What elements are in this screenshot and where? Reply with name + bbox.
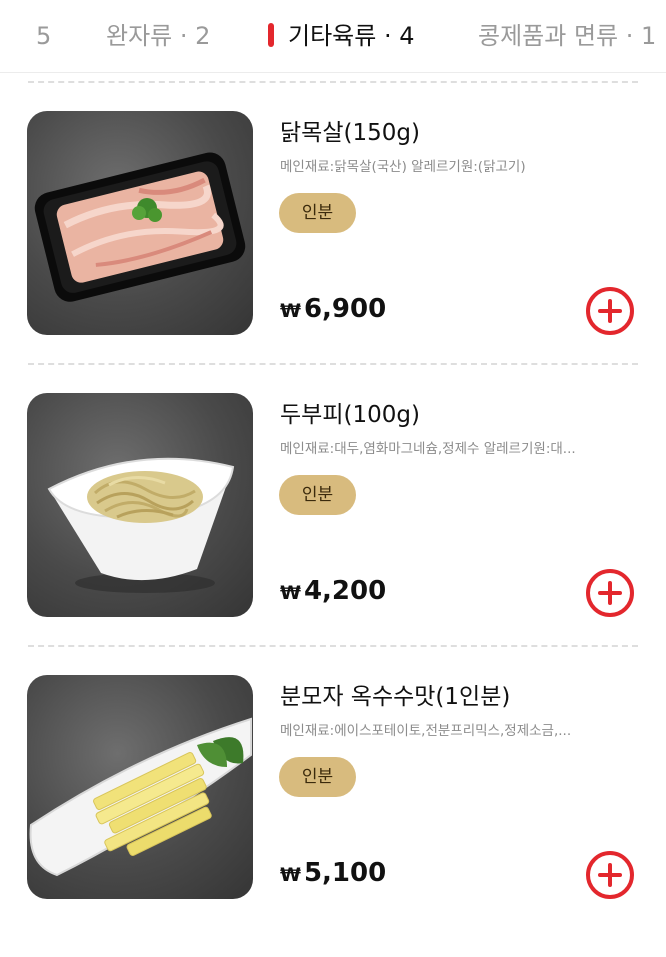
portion-badge: 인분	[279, 757, 356, 797]
plus-circle-icon	[586, 851, 634, 899]
tab-soy-and-noodles[interactable]: 콩제품과 면류 · 1	[478, 20, 656, 52]
tab-meatballs[interactable]: 완자류 · 2	[106, 20, 210, 52]
category-tab-bar: 5 완자류 · 2 기타육류 · 4 콩제품과 면류 · 1	[0, 0, 666, 73]
item-description: 메인재료:에이스포테이토,전분프리믹스,정제소금,...	[280, 723, 572, 739]
item-description: 메인재료:닭목살(국산) 알레르기원:(닭고기)	[280, 159, 526, 175]
portion-badge: 인분	[279, 193, 356, 233]
item-description: 메인재료:대두,염화마그네슘,정제수 알레르기원:대...	[280, 441, 576, 457]
portion-badge: 인분	[279, 475, 356, 515]
item-name: 분모자 옥수수맛(1인분)	[280, 684, 511, 710]
item-image-bunmoja-corn[interactable]	[27, 675, 253, 899]
item-name: 닭목살(150g)	[280, 120, 420, 146]
item-image-chicken-neck[interactable]	[27, 111, 253, 335]
currency-symbol: ₩	[280, 864, 301, 886]
currency-symbol: ₩	[280, 582, 301, 604]
divider	[28, 645, 638, 647]
menu-item[interactable]: 닭목살(150g) 메인재료:닭목살(국산) 알레르기원:(닭고기) 인분 ₩6…	[0, 111, 666, 393]
item-image-tofu-skin[interactable]	[27, 393, 253, 617]
item-price: ₩6,900	[280, 292, 386, 328]
tab-category-prev[interactable]: 5	[36, 20, 51, 52]
menu-item[interactable]: 두부피(100g) 메인재료:대두,염화마그네슘,정제수 알레르기원:대... …	[0, 393, 666, 675]
currency-symbol: ₩	[280, 300, 301, 322]
tab-other-meats[interactable]: 기타육류 · 4	[268, 20, 414, 52]
price-value: 5,100	[303, 858, 387, 888]
price-value: 6,900	[303, 294, 387, 324]
add-to-cart-button[interactable]	[584, 849, 636, 901]
tab-other-meats-label: 기타육류 · 4	[288, 22, 415, 50]
item-name: 두부피(100g)	[280, 402, 420, 428]
plus-circle-icon	[586, 287, 634, 335]
add-to-cart-button[interactable]	[584, 567, 636, 619]
divider	[28, 81, 638, 83]
divider	[28, 363, 638, 365]
menu-item[interactable]: 분모자 옥수수맛(1인분) 메인재료:에이스포테이토,전분프리믹스,정제소금,.…	[0, 675, 666, 957]
active-tab-indicator	[268, 23, 274, 47]
item-price: ₩4,200	[280, 574, 386, 610]
price-value: 4,200	[303, 576, 387, 606]
item-price: ₩5,100	[280, 856, 386, 892]
add-to-cart-button[interactable]	[584, 285, 636, 337]
plus-circle-icon	[586, 569, 634, 617]
